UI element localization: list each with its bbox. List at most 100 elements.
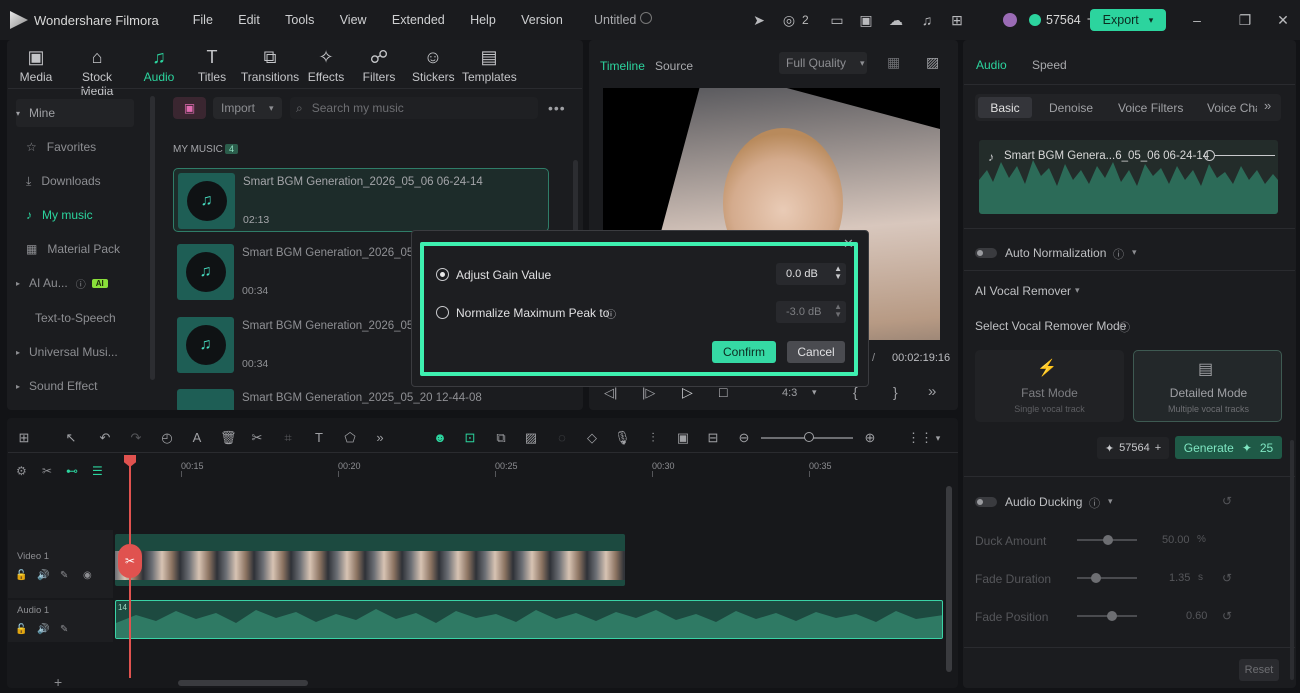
timeline-horizontal-scrollbar[interactable] — [178, 680, 308, 686]
pip-icon[interactable]: ▣ — [675, 430, 691, 446]
fit-icon[interactable]: ⊟ — [705, 430, 721, 446]
auto-normalization-toggle[interactable] — [975, 248, 997, 258]
avatar[interactable] — [1003, 12, 1017, 27]
subtab-voice-filters[interactable]: Voice Filters — [1118, 101, 1183, 115]
fade-position-knob[interactable] — [1107, 611, 1117, 621]
help-icon[interactable]: ⓘ — [1113, 246, 1124, 262]
minimize-icon[interactable]: – — [1188, 11, 1206, 29]
text-tool-icon[interactable]: T — [311, 430, 327, 446]
layout-icon[interactable]: ▭ — [828, 11, 846, 29]
credit-pill[interactable]: 57564 + — [1003, 11, 1096, 28]
fade-duration-track[interactable] — [1077, 577, 1137, 579]
help-icon[interactable]: ⓘ — [1089, 495, 1100, 511]
stepper-icon[interactable]: ▲ ▼ — [834, 303, 842, 319]
chevron-down-icon[interactable]: ▾ — [812, 387, 817, 398]
audio-mixer-icon[interactable]: ⫶ — [645, 430, 661, 446]
tab-filters[interactable]: ☍ Filters — [362, 44, 396, 84]
speaker-icon[interactable]: 🔊 — [37, 570, 49, 581]
normalize-peak-radio[interactable] — [436, 306, 449, 319]
apps-grid-icon[interactable]: ⊞ — [948, 11, 966, 29]
help-icon[interactable]: ⓘ — [606, 306, 616, 321]
sidebar-item-my-music[interactable]: ♪ My music — [16, 201, 134, 229]
link-icon[interactable]: ⊷ — [66, 464, 78, 478]
magic-icon[interactable]: ✎ — [60, 624, 68, 635]
menu-view[interactable]: View — [340, 13, 367, 27]
delete-icon[interactable]: 🗑 — [220, 430, 237, 446]
snapshot-icon[interactable]: ▨ — [926, 54, 939, 71]
tab-timeline[interactable]: Timeline — [600, 59, 645, 73]
eye-icon[interactable]: ◉ — [83, 570, 92, 581]
cancel-button[interactable]: Cancel — [787, 341, 845, 363]
redo-icon[interactable]: ↷ — [128, 430, 144, 446]
grid-view-icon[interactable]: ▦ — [887, 54, 900, 71]
magic-icon[interactable]: ✎ — [60, 570, 68, 581]
menu-file[interactable]: File — [193, 13, 213, 27]
sidebar-item-universal-music[interactable]: ▸ Universal Musi... — [16, 338, 134, 366]
export-button[interactable]: Export ▾ — [1090, 9, 1166, 31]
shape-icon[interactable]: ⬠ — [342, 430, 358, 446]
music-item[interactable]: ♫ Smart BGM Generation_2026_05_06 06-24-… — [173, 168, 549, 232]
fade-duration-knob[interactable] — [1091, 573, 1101, 583]
fast-mode-card[interactable]: ⚡ Fast Mode Single vocal track — [975, 350, 1124, 422]
save-icon[interactable]: ▣ — [857, 11, 875, 29]
sidebar-scrollbar[interactable] — [150, 96, 155, 380]
tab-transitions[interactable]: ⧉ Transitions — [240, 44, 300, 84]
tab-stock-media[interactable]: ⌂ Stock Media — [65, 44, 129, 98]
zoom-slider-knob[interactable] — [804, 432, 814, 442]
sidebar-item-favorites[interactable]: ☆ Favorites — [16, 133, 134, 161]
notification-icon[interactable]: ◎ — [780, 11, 798, 29]
sidebar-item-material-pack[interactable]: ▦ Material Pack — [16, 235, 134, 263]
menu-extended[interactable]: Extended — [392, 13, 445, 27]
detailed-mode-card[interactable]: ▤ Detailed Mode Multiple vocal tracks — [1133, 350, 1282, 422]
duck-amount-value[interactable]: 50.00 — [1162, 534, 1190, 546]
chevron-down-icon[interactable]: ▾ — [1132, 247, 1137, 258]
unlink-icon[interactable]: ✂ — [42, 464, 52, 478]
split-scene-icon[interactable]: ⊡ — [462, 430, 478, 446]
reset-icon[interactable]: ↺ — [1222, 571, 1232, 585]
tab-source[interactable]: Source — [655, 59, 693, 73]
more-options-icon[interactable]: ••• — [548, 100, 566, 116]
chevron-down-icon[interactable]: ▾ — [1108, 496, 1113, 507]
timeline-vertical-scrollbar[interactable] — [946, 486, 952, 672]
select-tool-icon[interactable]: ↖ — [63, 430, 79, 446]
adjust-gain-radio[interactable] — [436, 268, 449, 281]
cloud-icon[interactable]: ☁ — [887, 11, 905, 29]
add-track-icon[interactable]: + — [54, 674, 62, 690]
tab-titles[interactable]: T Titles — [196, 44, 228, 84]
mark-out-icon[interactable]: } — [893, 384, 898, 400]
stepper-icon[interactable]: ▲ ▼ — [834, 265, 842, 281]
reset-icon[interactable]: ↺ — [1222, 609, 1232, 623]
menu-tools[interactable]: Tools — [285, 13, 314, 27]
menu-version[interactable]: Version — [521, 13, 563, 27]
stabilize-icon[interactable]: ◌ — [554, 430, 570, 446]
send-icon[interactable]: ➤ — [750, 11, 768, 29]
audio-ducking-toggle[interactable] — [975, 497, 997, 507]
help-icon[interactable]: ⓘ — [1119, 319, 1130, 335]
sidebar-item-ai-audio[interactable]: ▸ AI Au... ⓘ AI — [16, 269, 134, 297]
more-controls-icon[interactable]: » — [928, 383, 936, 400]
lock-icon[interactable]: 🔓 — [15, 624, 27, 635]
translate-icon[interactable]: A — [189, 430, 205, 446]
peak-value-input[interactable]: -3.0 dB ▲ ▼ — [776, 301, 846, 323]
tab-stickers[interactable]: ☺ Stickers — [412, 44, 455, 84]
sidebar-item-downloads[interactable]: ⤓ Downloads — [16, 167, 134, 195]
quality-dropdown[interactable]: Full Quality ▾ — [779, 52, 867, 74]
close-window-icon[interactable]: ✕ — [1274, 11, 1292, 29]
headset-icon[interactable]: ♫ — [918, 11, 936, 29]
scissors-icon[interactable]: ✂ — [118, 544, 142, 578]
chevron-down-icon[interactable]: ▾ — [930, 430, 946, 446]
maximize-icon[interactable]: ❐ — [1236, 11, 1254, 29]
image-edit-icon[interactable]: ▨ — [523, 430, 539, 446]
sidebar-item-text-to-speech[interactable]: Text-to-Speech — [16, 304, 134, 332]
zoom-out-icon[interactable]: ⊖ — [736, 430, 752, 446]
help-icon[interactable]: ⓘ — [76, 276, 86, 291]
ai-mascot-icon[interactable]: ☻ — [432, 430, 448, 446]
layout-grid-icon[interactable]: ⊞ — [16, 430, 32, 446]
gain-value-input[interactable]: 0.0 dB ▲ ▼ — [776, 263, 846, 285]
prev-frame-icon[interactable]: ◁| — [604, 385, 617, 401]
chevron-right-icon[interactable]: » — [1264, 98, 1271, 113]
subtab-basic[interactable]: Basic — [978, 97, 1032, 118]
next-frame-icon[interactable]: |▷ — [642, 385, 655, 401]
reset-button[interactable]: Reset — [1239, 659, 1279, 681]
tab-templates[interactable]: ▤ Templates — [462, 44, 517, 84]
